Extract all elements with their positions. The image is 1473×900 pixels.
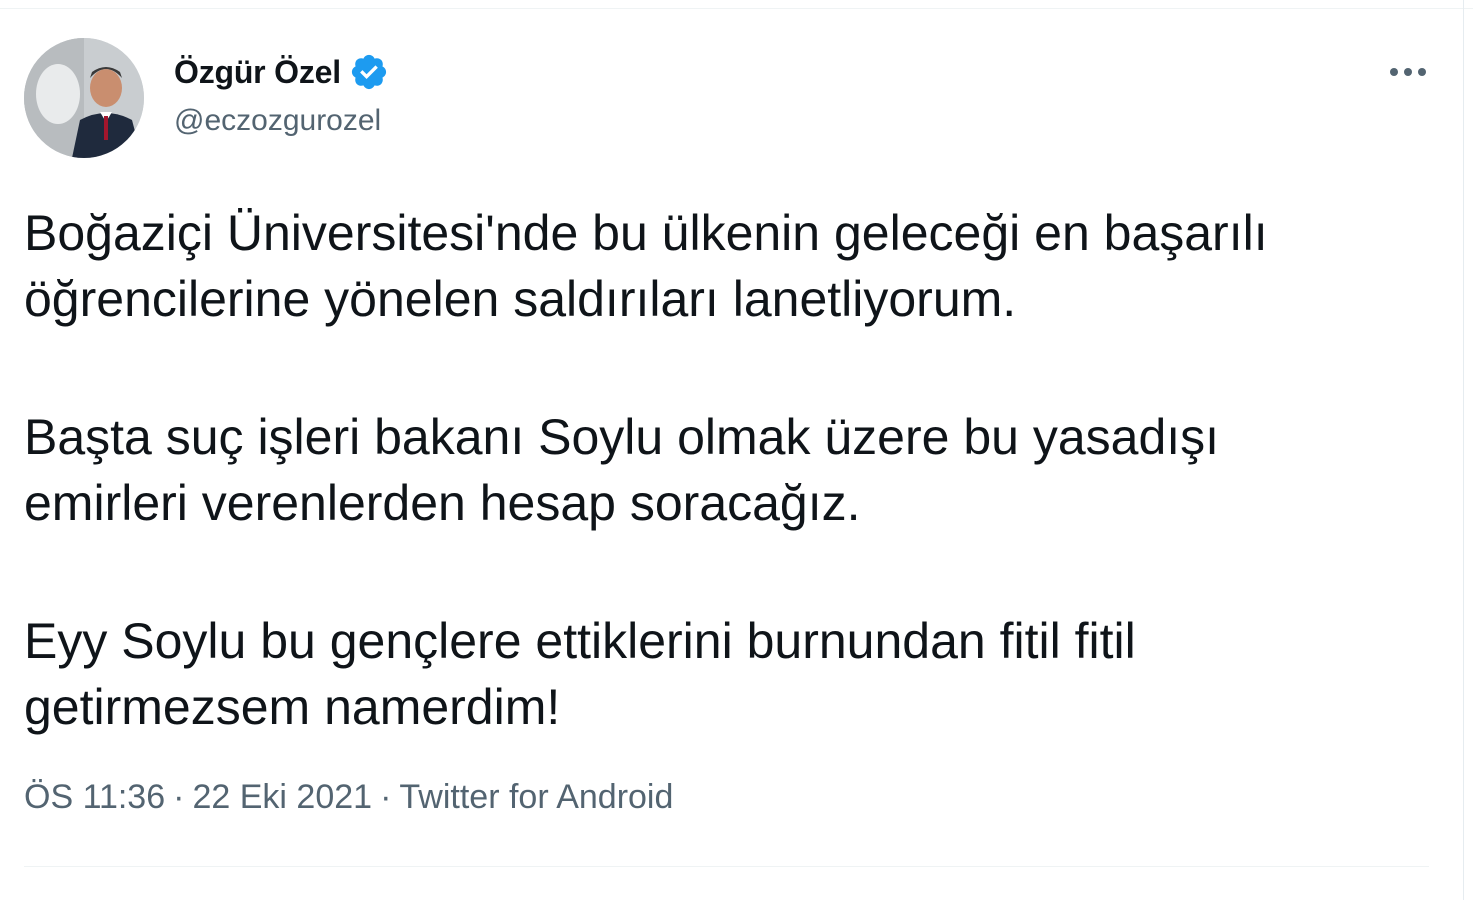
tweet-source-link[interactable]: Twitter for Android: [399, 778, 673, 817]
avatar-photo-icon: [24, 38, 144, 158]
more-options-button[interactable]: [1380, 50, 1436, 94]
tweet-paragraph: Boğaziçi Üniversitesi'nde bu ülkenin gel…: [24, 205, 1268, 327]
avatar[interactable]: [24, 38, 144, 158]
divider: [24, 866, 1429, 867]
verified-badge-icon: [349, 52, 389, 92]
author-name-row: Özgür Özel: [174, 50, 389, 94]
meta-separator: ·: [380, 778, 392, 816]
tweet-date[interactable]: 22 Eki 2021: [192, 778, 372, 817]
right-border: [1463, 0, 1464, 900]
tweet-text: Boğaziçi Üniversitesi'nde bu ülkenin gel…: [24, 200, 1449, 740]
tweet-meta: ÖS 11:36 · 22 Eki 2021 · Twitter for And…: [24, 778, 673, 817]
meta-separator: ·: [173, 778, 185, 816]
tweet-paragraph: Eyy Soylu bu gençlere ettiklerini burnun…: [24, 613, 1136, 735]
tweet-paragraph: Başta suç işleri bakanı Soylu olmak üzer…: [24, 409, 1220, 531]
top-border: [0, 0, 1473, 9]
tweet-card: Özgür Özel @eczozgurozel Boğaziçi Üniver…: [0, 0, 1473, 900]
more-horizontal-icon: [1390, 68, 1426, 76]
tweet-time[interactable]: ÖS 11:36: [24, 778, 165, 817]
author-handle[interactable]: @eczozgurozel: [174, 104, 381, 138]
author-display-name[interactable]: Özgür Özel: [174, 54, 341, 91]
